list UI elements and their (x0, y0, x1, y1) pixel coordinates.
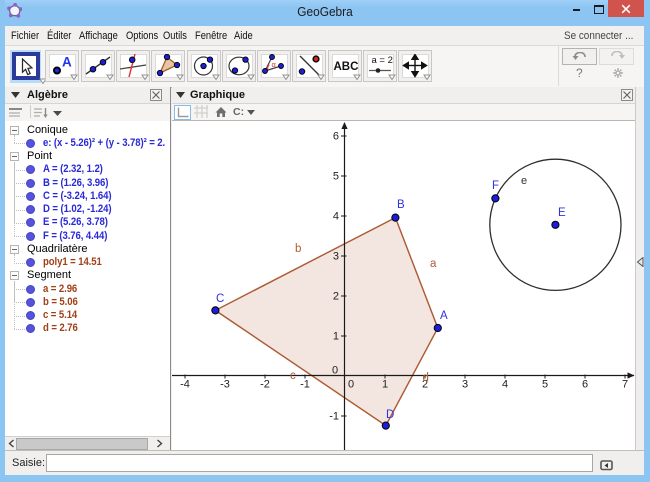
svg-text:4: 4 (502, 379, 508, 391)
svg-text:5: 5 (333, 171, 339, 183)
svg-text:6: 6 (582, 379, 588, 391)
svg-text:1: 1 (333, 331, 339, 343)
svg-text:ABC: ABC (333, 61, 358, 73)
svg-text:-2: -2 (260, 379, 270, 391)
svg-text:a: a (430, 258, 437, 270)
svg-text:A: A (440, 310, 448, 322)
svg-text:E: E (558, 207, 566, 219)
svg-text:7: 7 (622, 379, 628, 391)
svg-text:c: c (290, 370, 296, 382)
svg-text:0: 0 (332, 365, 338, 377)
svg-text:b: b (295, 243, 301, 255)
svg-text:2: 2 (333, 291, 339, 303)
svg-text:3: 3 (333, 251, 339, 263)
svg-text:-3: -3 (220, 379, 230, 391)
svg-text:5: 5 (542, 379, 548, 391)
svg-text:1: 1 (382, 379, 388, 391)
svg-text:-4: -4 (180, 379, 190, 391)
svg-text:-1: -1 (300, 379, 310, 391)
svg-text:B: B (397, 199, 405, 211)
svg-text:d: d (423, 372, 429, 384)
svg-text:a = 2: a = 2 (372, 55, 393, 66)
svg-text:D: D (386, 409, 394, 421)
svg-text:4: 4 (333, 211, 339, 223)
svg-text:α: α (272, 60, 277, 69)
svg-text:A: A (62, 55, 72, 70)
svg-text:F: F (492, 180, 499, 192)
svg-text:C: C (216, 293, 224, 305)
svg-text:-1: -1 (329, 411, 339, 423)
svg-text:3: 3 (462, 379, 468, 391)
svg-text:e: e (521, 175, 527, 187)
svg-text:0: 0 (348, 379, 354, 391)
svg-text:6: 6 (333, 131, 339, 143)
